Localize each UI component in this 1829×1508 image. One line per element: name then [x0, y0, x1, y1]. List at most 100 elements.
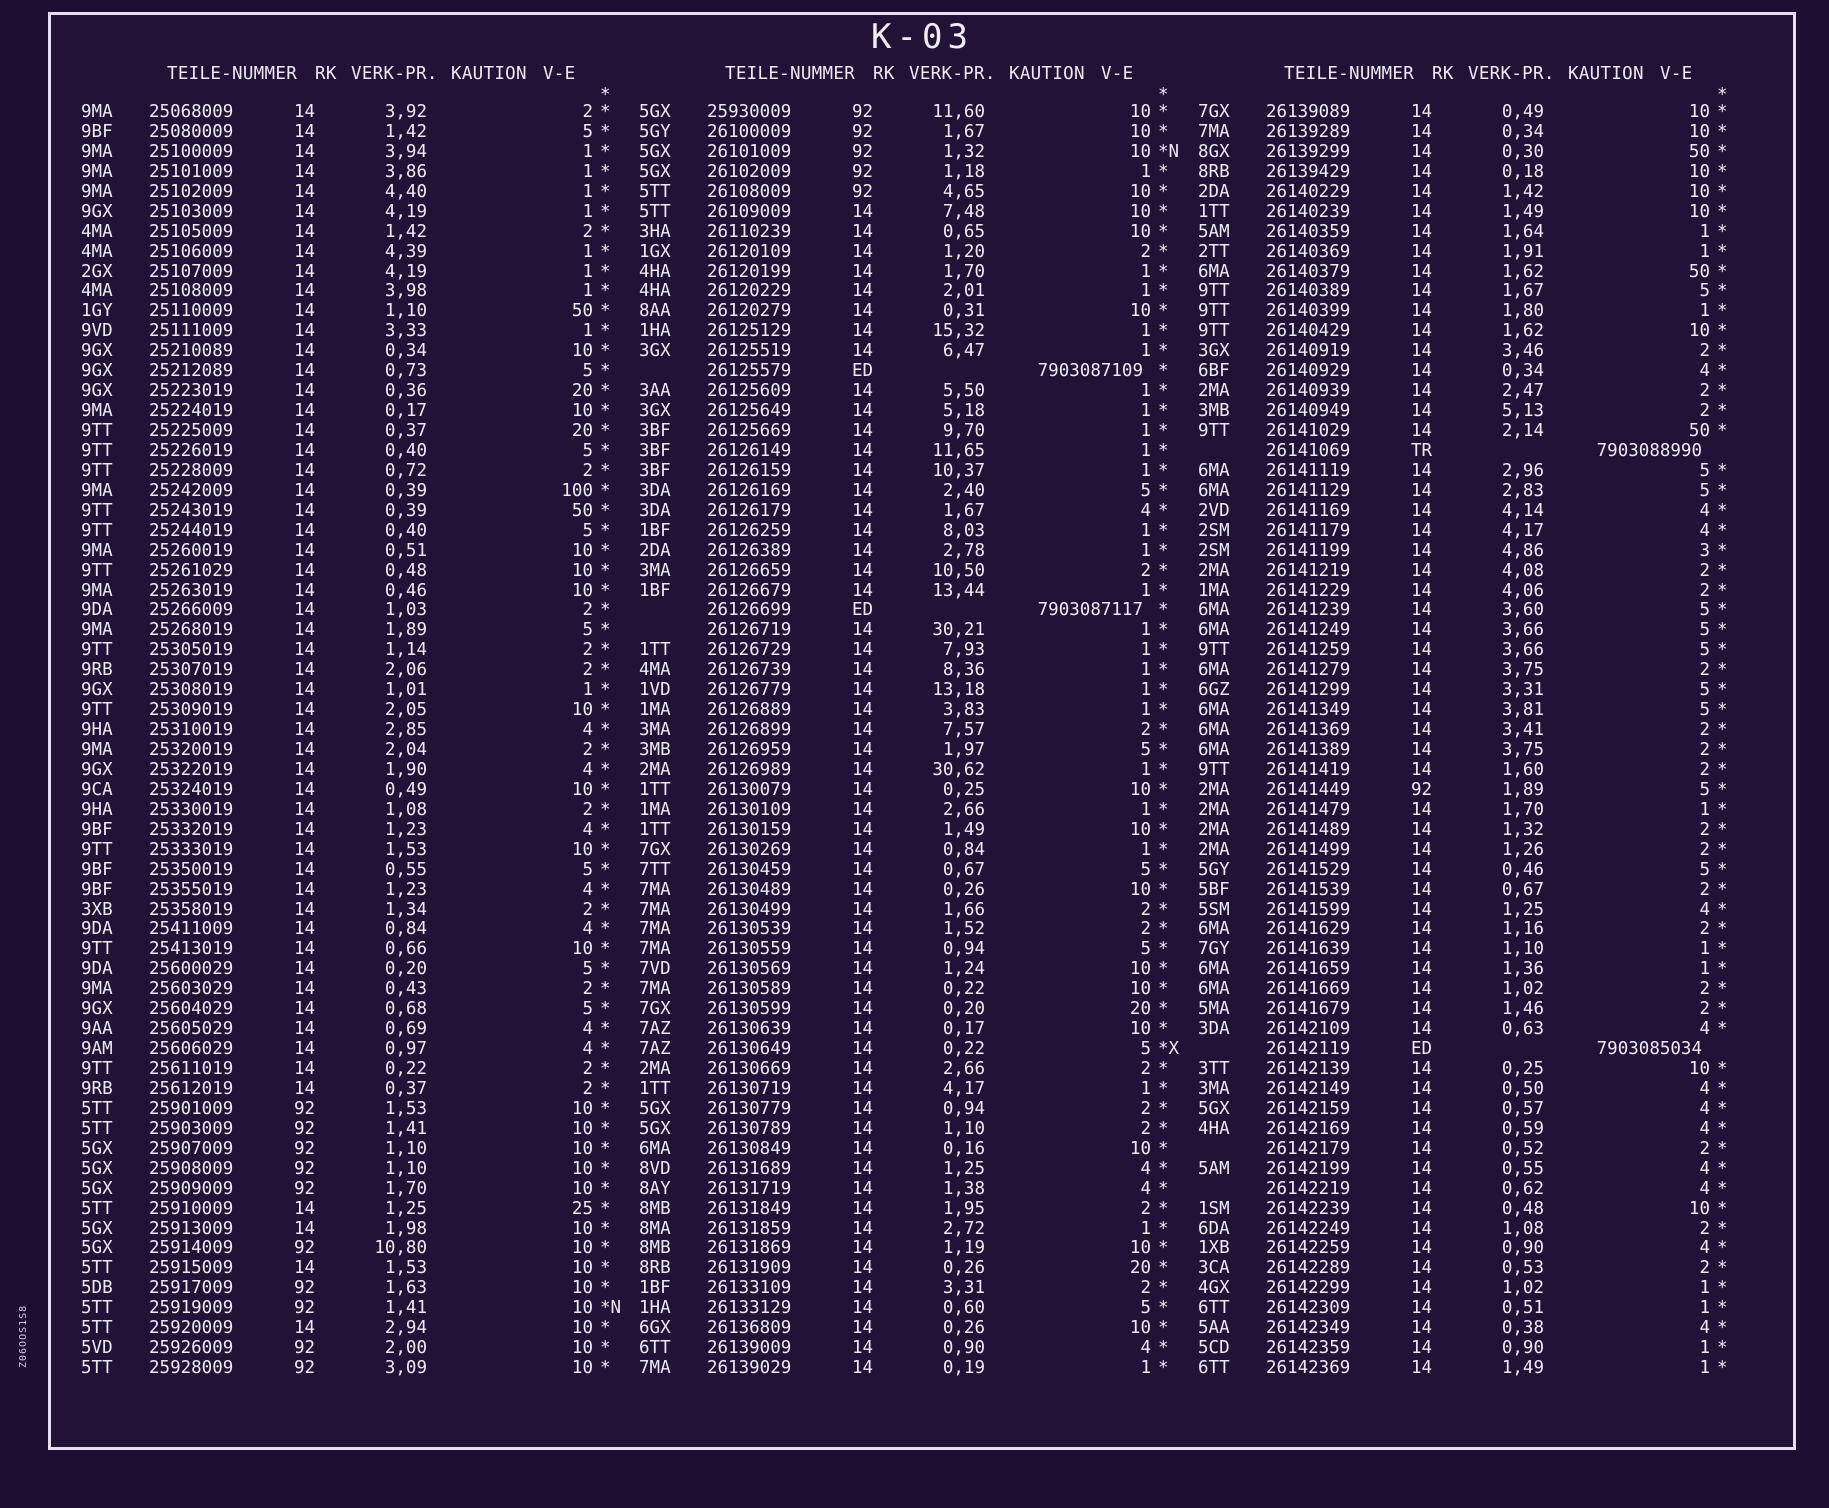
table-row: 2MA 26141479 14 1,70 1 * [1198, 799, 1758, 821]
cell-ve: 1 [582, 181, 593, 202]
cell-rk: 14 [1411, 979, 1433, 1000]
cell-teile: 26142149 [1266, 1078, 1351, 1099]
table-row: 4HA 26120229 14 2,01 1 * [639, 281, 1199, 302]
cell-teile: 25310019 [149, 720, 234, 741]
cell-ve: 1 [1140, 321, 1151, 342]
cell-star: * [1158, 560, 1169, 581]
cell-prefix: 3XB [81, 899, 113, 920]
cell-vp: 0,62 [1501, 1178, 1544, 1199]
cell-rk: 14 [1411, 1298, 1433, 1319]
cell-star: * [1158, 959, 1169, 980]
cell-vp: 0,37 [384, 1078, 427, 1099]
cell-prefix: 9MA [81, 740, 113, 760]
cell-ve: 5 [1140, 1298, 1151, 1319]
cell-ve: 2 [1699, 979, 1710, 1000]
cell-vp: 1,89 [384, 620, 427, 641]
cell-rk: 14 [294, 740, 316, 760]
cell-ve: 5 [582, 999, 593, 1020]
cell-rk: 14 [852, 979, 874, 1000]
table-row: 5AA 26142349 14 0,38 4 * [1198, 1318, 1758, 1339]
cell-ve: 2 [582, 640, 593, 661]
cell-prefix: 9TT [81, 520, 113, 541]
table-row: 5TT 26108009 92 4,65 10 * [639, 182, 1199, 203]
cell-prefix: 1BF [639, 520, 671, 541]
cell-ve: 10 [571, 1338, 593, 1359]
table-row: 5GY 26141529 14 0,46 5 * [1198, 859, 1758, 881]
cell-kaution: 7903085034 [1596, 1039, 1702, 1060]
cell-teile: 25102009 [149, 181, 234, 202]
cell-star: * [1717, 520, 1728, 541]
cell-teile: 26101009 [707, 141, 792, 162]
cell-star: * [1158, 102, 1169, 122]
cell-star: * [600, 1338, 611, 1359]
cell-teile: 26142139 [1266, 1059, 1351, 1079]
cell-ve: 10 [1129, 141, 1151, 162]
cell-vp: 13,18 [932, 680, 985, 701]
cell-teile: 26139089 [1266, 102, 1351, 122]
table-row: 9GX 25604029 14 0,68 5 * [81, 999, 641, 1020]
cell-ve: 1 [1699, 241, 1710, 262]
cell-teile: 26141369 [1266, 720, 1351, 741]
table-row: 3MB 26140949 14 5,13 2 * [1198, 401, 1758, 422]
cell-prefix: 1HA [639, 321, 671, 342]
table-row: 1MA 26126889 14 3,83 1 * [639, 700, 1199, 721]
cell-teile: 25068009 [149, 102, 234, 122]
cell-rk: 14 [852, 1238, 874, 1259]
cell-star: * [1158, 1059, 1169, 1079]
cell-teile: 26142119 [1266, 1039, 1351, 1060]
cell-teile: 26142199 [1266, 1158, 1351, 1179]
cell-teile: 26126699 [707, 600, 792, 621]
cell-star: * [600, 1218, 611, 1239]
table-row: 26142179 14 0,52 2 * [1198, 1139, 1758, 1160]
cell-prefix: 7MA [639, 979, 671, 1000]
cell-teile: 26139429 [1266, 161, 1351, 182]
cell-rk: 14 [294, 720, 316, 741]
cell-teile: 26142249 [1266, 1218, 1351, 1239]
cell-vp: 0,22 [942, 979, 985, 1000]
table-row: 6MA 26130849 14 0,16 10 * [639, 1139, 1199, 1160]
cell-star: * [1158, 1238, 1169, 1259]
cell-rk: 14 [1411, 121, 1433, 142]
cell-prefix: 1TT [639, 819, 671, 840]
cell-ve: 5 [1699, 700, 1710, 721]
cell-rk: 14 [294, 361, 316, 382]
cell-vp: 4,19 [384, 261, 427, 282]
table-row: 9BF 25350019 14 0,55 5 * [81, 860, 641, 881]
cell-prefix: 5GX [81, 1138, 113, 1159]
cell-star: *N [1158, 141, 1180, 162]
cell-ve: 10 [1129, 121, 1151, 142]
cell-prefix: 1BF [639, 1278, 671, 1299]
cell-rk: 14 [1411, 1118, 1433, 1139]
cell-star: * [1717, 979, 1728, 1000]
cell-ve: 5 [1140, 1039, 1151, 1060]
cell-teile: 25907009 [149, 1138, 234, 1159]
cell-vp: 4,14 [1501, 500, 1544, 521]
cell-teile: 26140229 [1266, 181, 1351, 202]
table-row: 4HA 26142169 14 0,59 4 * [1198, 1118, 1758, 1140]
cell-prefix: 5AM [1198, 1158, 1230, 1179]
cell-teile: 26126989 [707, 759, 792, 780]
cell-teile: 26141479 [1266, 799, 1351, 820]
cell-vp: 0,46 [1501, 859, 1544, 880]
cell-teile: 26130789 [707, 1118, 792, 1139]
cell-vp: 1,38 [942, 1178, 985, 1199]
cell-ve: 10 [571, 1138, 593, 1159]
table-row: 9MA 25320019 14 2,04 2 * [81, 740, 641, 761]
cell-rk: 92 [852, 121, 874, 142]
cell-vp: 1,62 [1501, 321, 1544, 342]
cell-star: * [600, 181, 611, 202]
cell-star: * [1158, 241, 1169, 262]
table-row: 9TT 25226019 14 0,40 5 * [81, 441, 641, 462]
cell-vp: 2,00 [384, 1338, 427, 1359]
cell-ve: 4 [1140, 500, 1151, 521]
cell-rk: 92 [294, 1298, 316, 1319]
header-teile: TEILE-NUMMER [725, 64, 856, 84]
cell-star: * [600, 640, 611, 661]
table-row: 9TT 25261029 14 0,48 10 * [81, 561, 641, 582]
cell-ve: 10 [571, 939, 593, 960]
header-rk: RK [1432, 64, 1454, 84]
cell-teile: 26142109 [1266, 1019, 1351, 1040]
cell-rk: 14 [852, 281, 874, 302]
cell-prefix: 8MB [639, 1198, 671, 1219]
cell-vp: 4,06 [1501, 580, 1544, 601]
